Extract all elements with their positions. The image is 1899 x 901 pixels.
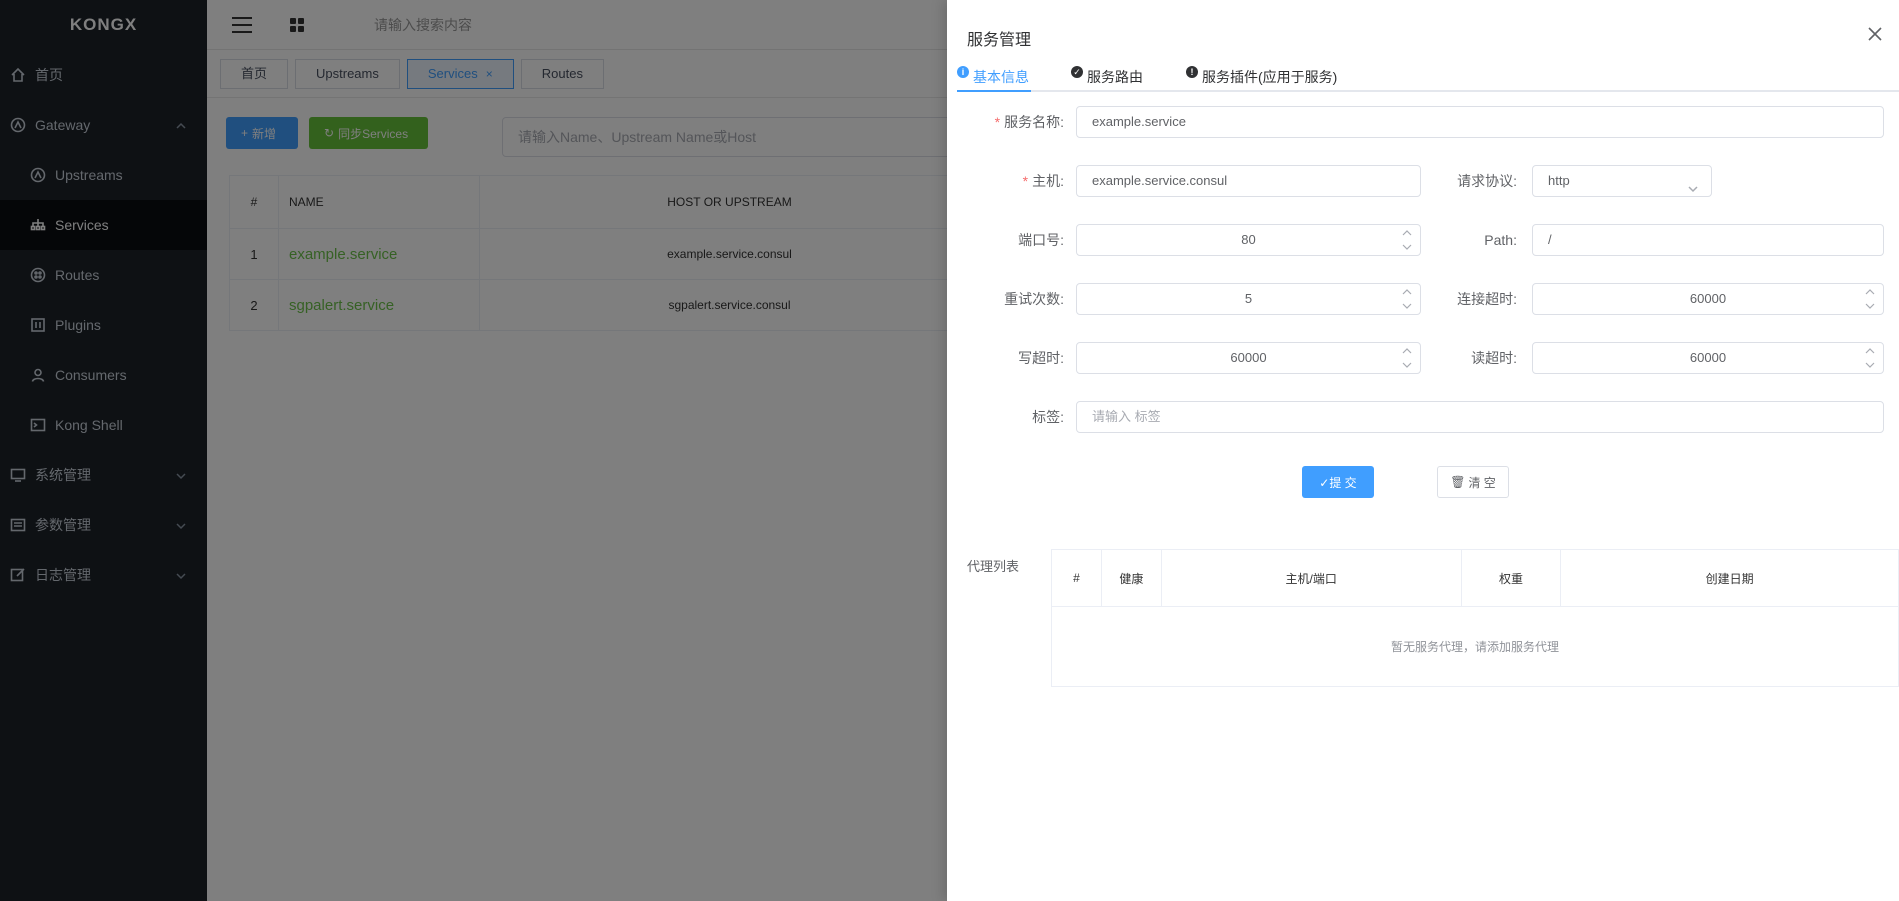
connect-timeout-label: 连接超时: [1457, 291, 1517, 307]
clear-label: 清 空 [1468, 475, 1496, 490]
proxy-list-label: 代理列表 [967, 559, 1020, 574]
port-stepper[interactable]: 80 [1076, 224, 1421, 256]
submit-button[interactable]: ✓提 交 [1302, 466, 1374, 498]
connect-timeout-value: 60000 [1689, 291, 1727, 306]
retries-label: 重试次数: [1004, 291, 1064, 307]
stepper-arrows-icon[interactable] [1402, 227, 1412, 253]
column-header: 主机/端口 [1162, 550, 1462, 606]
trash-icon: 🗑︎ [1450, 475, 1466, 489]
required-mark: * [1022, 173, 1029, 189]
path-input[interactable]: / [1532, 224, 1884, 256]
service-name-label: * 服务名称: [994, 114, 1064, 130]
protocol-select[interactable]: http [1532, 165, 1712, 197]
tab-label: 服务插件(应用于服务) [1202, 69, 1338, 85]
drawer-title: 服务管理 [967, 32, 1032, 49]
stepper-arrows-icon[interactable] [1865, 345, 1875, 371]
stepper-arrows-icon[interactable] [1865, 286, 1875, 312]
tab-service-plugins[interactable]: ! 服务插件(应用于服务) [1186, 58, 1337, 90]
column-header: 健康 [1102, 550, 1162, 606]
host-input[interactable]: example.service.consul [1076, 165, 1421, 197]
tab-basic-info[interactable]: i 基本信息 [957, 58, 1031, 92]
tab-label: 基本信息 [973, 69, 1029, 85]
write-timeout-stepper[interactable]: 60000 [1076, 342, 1421, 374]
chevron-down-icon [1687, 176, 1699, 193]
stepper-arrows-icon[interactable] [1402, 345, 1412, 371]
close-icon[interactable] [1867, 26, 1883, 42]
required-mark: * [994, 114, 1001, 130]
warning-circle-icon: ! [1186, 66, 1198, 78]
tags-label: 标签: [1032, 409, 1064, 425]
info-icon: i [957, 66, 969, 78]
tab-label: 服务路由 [1087, 69, 1143, 85]
table-header-row: # 健康 主机/端口 权重 创建日期 [1052, 550, 1899, 607]
drawer-tabs: i 基本信息 ✓ 服务路由 ! 服务插件(应用于服务) [957, 58, 1899, 92]
write-timeout-label: 写超时: [1018, 350, 1064, 366]
column-header: 创建日期 [1561, 550, 1899, 606]
clear-button[interactable]: 🗑︎ 清 空 [1437, 466, 1509, 498]
proxy-table: # 健康 主机/端口 权重 创建日期 暂无服务代理，请添加服务代理 [1051, 549, 1899, 687]
connect-timeout-stepper[interactable]: 60000 [1532, 283, 1884, 315]
protocol-value: http [1548, 173, 1570, 188]
column-header: 权重 [1462, 550, 1562, 606]
host-label: * 主机: [1022, 173, 1064, 189]
write-timeout-value: 60000 [1230, 350, 1267, 365]
retries-value: 5 [1244, 291, 1253, 306]
service-drawer: 服务管理 i 基本信息 ✓ 服务路由 ! 服务插件(应用于服务) * 服务名称: exa… [947, 0, 1899, 901]
protocol-label: 请求协议: [1457, 173, 1517, 189]
stepper-arrows-icon[interactable] [1402, 286, 1412, 312]
service-name-input[interactable]: example.service [1076, 106, 1884, 138]
column-header: # [1052, 550, 1102, 606]
read-timeout-label: 读超时: [1471, 350, 1517, 366]
retries-stepper[interactable]: 5 [1076, 283, 1421, 315]
empty-state-text: 暂无服务代理，请添加服务代理 [1052, 607, 1899, 687]
tags-input[interactable]: 请输入 标签 [1076, 401, 1884, 433]
port-label: 端口号: [1018, 232, 1064, 248]
read-timeout-stepper[interactable]: 60000 [1532, 342, 1884, 374]
path-label: Path: [1484, 232, 1517, 248]
check-circle-icon: ✓ [1071, 66, 1083, 78]
port-value: 80 [1241, 232, 1256, 247]
read-timeout-value: 60000 [1689, 350, 1727, 365]
tab-service-routes[interactable]: ✓ 服务路由 [1071, 58, 1143, 90]
